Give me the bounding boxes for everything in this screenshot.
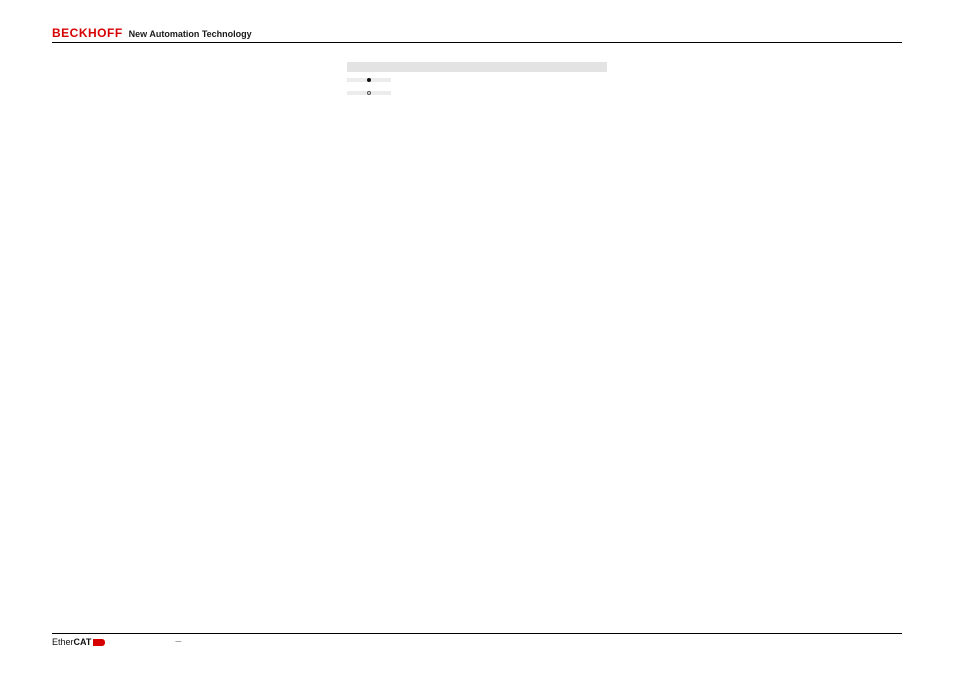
bullet-filled-icon — [367, 78, 371, 82]
brand-logo: BECKHOFF — [52, 26, 123, 40]
table-header-left — [347, 62, 391, 72]
page-header: BECKHOFF New Automation Technology — [52, 26, 902, 43]
page: BECKHOFF New Automation Technology — [52, 26, 902, 647]
page-footer: EtherCAT — — [52, 633, 902, 647]
row-bullet-cell — [347, 91, 391, 95]
ethercat-mark-icon — [93, 639, 105, 646]
brand-tagline: New Automation Technology — [129, 29, 252, 39]
ethercat-logo: EtherCAT — [52, 637, 105, 647]
table-row — [347, 74, 607, 85]
table-header-row — [347, 61, 607, 72]
bullet-open-icon — [367, 91, 371, 95]
ethercat-logo-bold: CAT — [74, 637, 92, 647]
table-row — [347, 87, 607, 98]
table-header-right — [391, 62, 607, 72]
data-table — [347, 61, 607, 126]
ethercat-logo-prefix: Ether — [52, 637, 74, 647]
table-row — [347, 113, 607, 124]
footer-row: EtherCAT — — [52, 637, 902, 647]
row-bullet-cell — [347, 78, 391, 82]
content-area — [52, 61, 902, 126]
footer-note: — — [175, 639, 181, 645]
table-row — [347, 100, 607, 111]
footer-rule — [52, 633, 902, 634]
